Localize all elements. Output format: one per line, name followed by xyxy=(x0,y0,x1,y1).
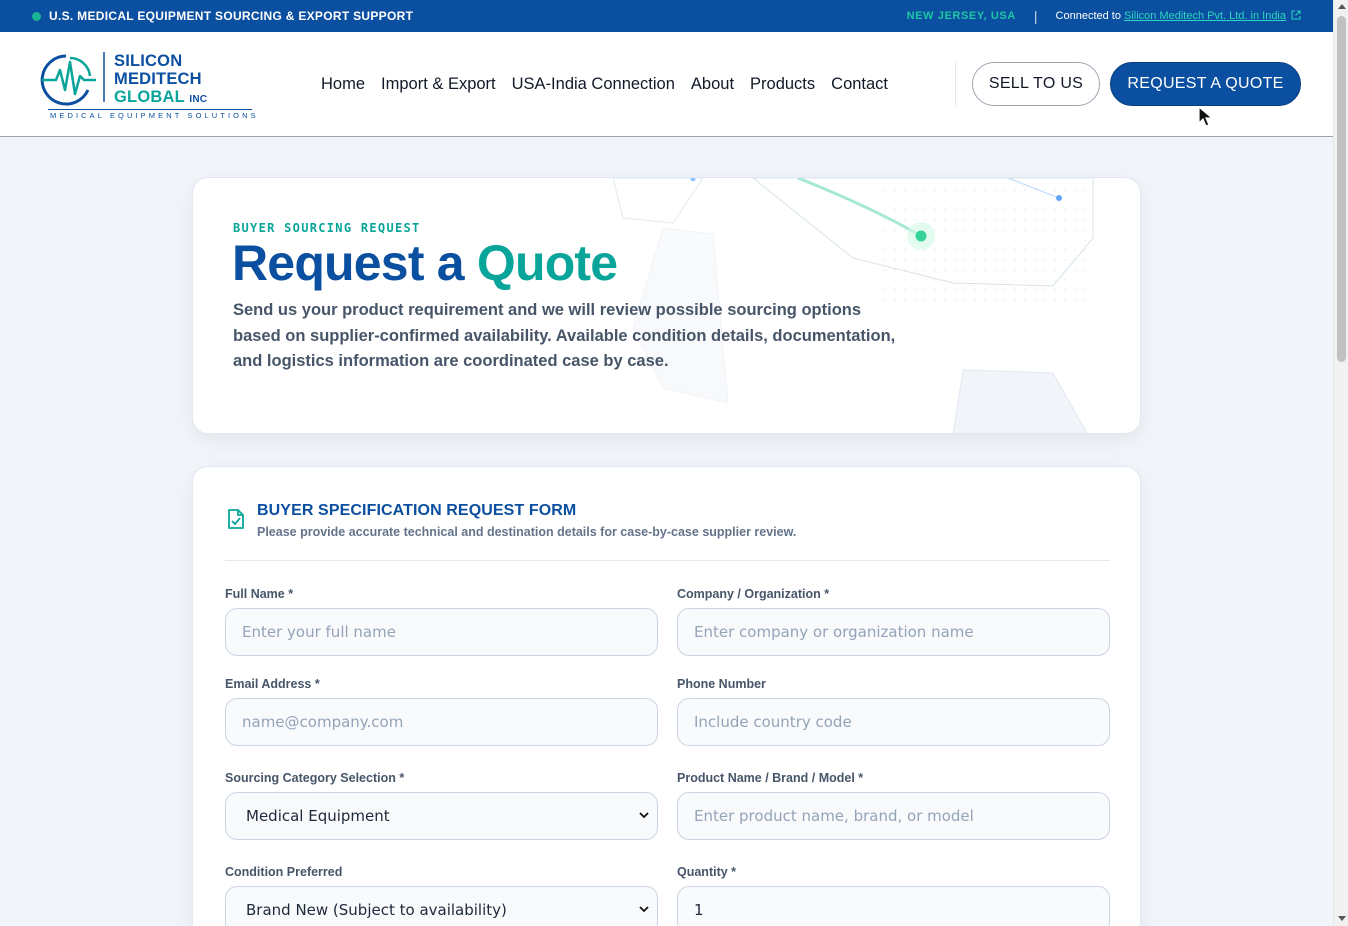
quantity-label: Quantity * xyxy=(677,865,737,879)
page-title: Request a Quote xyxy=(232,235,618,291)
nav-divider xyxy=(955,62,956,106)
nav-contact[interactable]: Contact xyxy=(831,75,888,94)
topbar-separator: | xyxy=(1033,8,1038,24)
scroll-up-arrow-icon[interactable] xyxy=(1338,4,1346,9)
logo-underline xyxy=(48,109,252,110)
mouse-cursor-icon xyxy=(1198,106,1214,127)
page-scrollbar[interactable] xyxy=(1333,0,1348,926)
scroll-down-arrow-icon[interactable] xyxy=(1338,916,1346,921)
phone-input[interactable]: Include country code xyxy=(677,698,1110,746)
logo-heartbeat-icon xyxy=(40,52,105,106)
full-name-input[interactable]: Enter your full name xyxy=(225,608,658,656)
nav-home[interactable]: Home xyxy=(321,75,365,94)
company-label: Company / Organization * xyxy=(677,587,830,601)
hero-eyebrow: BUYER SOURCING REQUEST xyxy=(233,221,421,235)
quote-request-form: BUYER SPECIFICATION REQUEST FORM Please … xyxy=(192,466,1141,926)
document-check-icon xyxy=(228,509,244,529)
hero-card: BUYER SOURCING REQUEST Request a Quote S… xyxy=(192,177,1141,434)
chevron-down-icon xyxy=(639,812,649,819)
product-input[interactable]: Enter product name, brand, or model xyxy=(677,792,1110,840)
scrollbar-thumb[interactable] xyxy=(1337,16,1346,362)
product-label: Product Name / Brand / Model * xyxy=(677,771,864,785)
announcement-text: U.S. MEDICAL EQUIPMENT SOURCING & EXPORT… xyxy=(49,9,414,23)
category-label: Sourcing Category Selection * xyxy=(225,771,405,785)
external-link-icon[interactable] xyxy=(1291,10,1301,23)
location-text: NEW JERSEY, USA xyxy=(906,10,1016,22)
email-input[interactable]: name@company.com xyxy=(225,698,658,746)
category-selected-value: Medical Equipment xyxy=(246,807,390,825)
site-header: SILICON MEDITECH GLOBAL INC MEDICAL EQUI… xyxy=(0,32,1333,137)
condition-selected-value: Brand New (Subject to availability) xyxy=(246,901,507,919)
top-announcement-bar: U.S. MEDICAL EQUIPMENT SOURCING & EXPORT… xyxy=(0,0,1333,32)
logo-line-2: MEDITECH xyxy=(114,70,202,88)
connected-prefix: Connected to xyxy=(1055,10,1121,22)
hero-description: Send us your product requirement and we … xyxy=(233,301,896,370)
nav-usa-india-connection[interactable]: USA-India Connection xyxy=(512,75,675,94)
logo-tagline: MEDICAL EQUIPMENT SOLUTIONS xyxy=(50,111,259,120)
form-divider xyxy=(225,560,1110,561)
condition-label: Condition Preferred xyxy=(225,865,343,879)
logo-line-1: SILICON xyxy=(114,52,183,70)
nav-products[interactable]: Products xyxy=(750,75,815,94)
quantity-input[interactable]: 1 xyxy=(677,886,1110,926)
full-name-label: Full Name * xyxy=(225,587,294,601)
form-title: BUYER SPECIFICATION REQUEST FORM xyxy=(257,502,577,519)
phone-label: Phone Number xyxy=(677,677,766,691)
logo-line-3: GLOBAL INC xyxy=(114,88,208,106)
category-select[interactable]: Medical Equipment xyxy=(225,792,658,840)
main-nav: Home Import & Export USA-India Connectio… xyxy=(321,32,888,136)
nav-about[interactable]: About xyxy=(691,75,734,94)
company-input[interactable]: Enter company or organization name xyxy=(677,608,1110,656)
form-subtitle: Please provide accurate technical and de… xyxy=(257,525,797,539)
topbar-right: NEW JERSEY, USA | Connected to Silicon M… xyxy=(907,8,1301,24)
chevron-down-icon xyxy=(639,906,649,913)
india-partner-link[interactable]: Silicon Meditech Pvt. Ltd. in India xyxy=(1124,10,1286,22)
email-label: Email Address * xyxy=(225,677,320,691)
request-quote-button[interactable]: REQUEST A QUOTE xyxy=(1110,62,1301,106)
status-dot-icon xyxy=(32,11,41,21)
nav-import-export[interactable]: Import & Export xyxy=(381,75,496,94)
sell-to-us-button[interactable]: SELL TO US xyxy=(972,62,1100,106)
site-logo[interactable]: SILICON MEDITECH GLOBAL INC MEDICAL EQUI… xyxy=(40,50,256,122)
condition-select[interactable]: Brand New (Subject to availability) xyxy=(225,886,658,926)
